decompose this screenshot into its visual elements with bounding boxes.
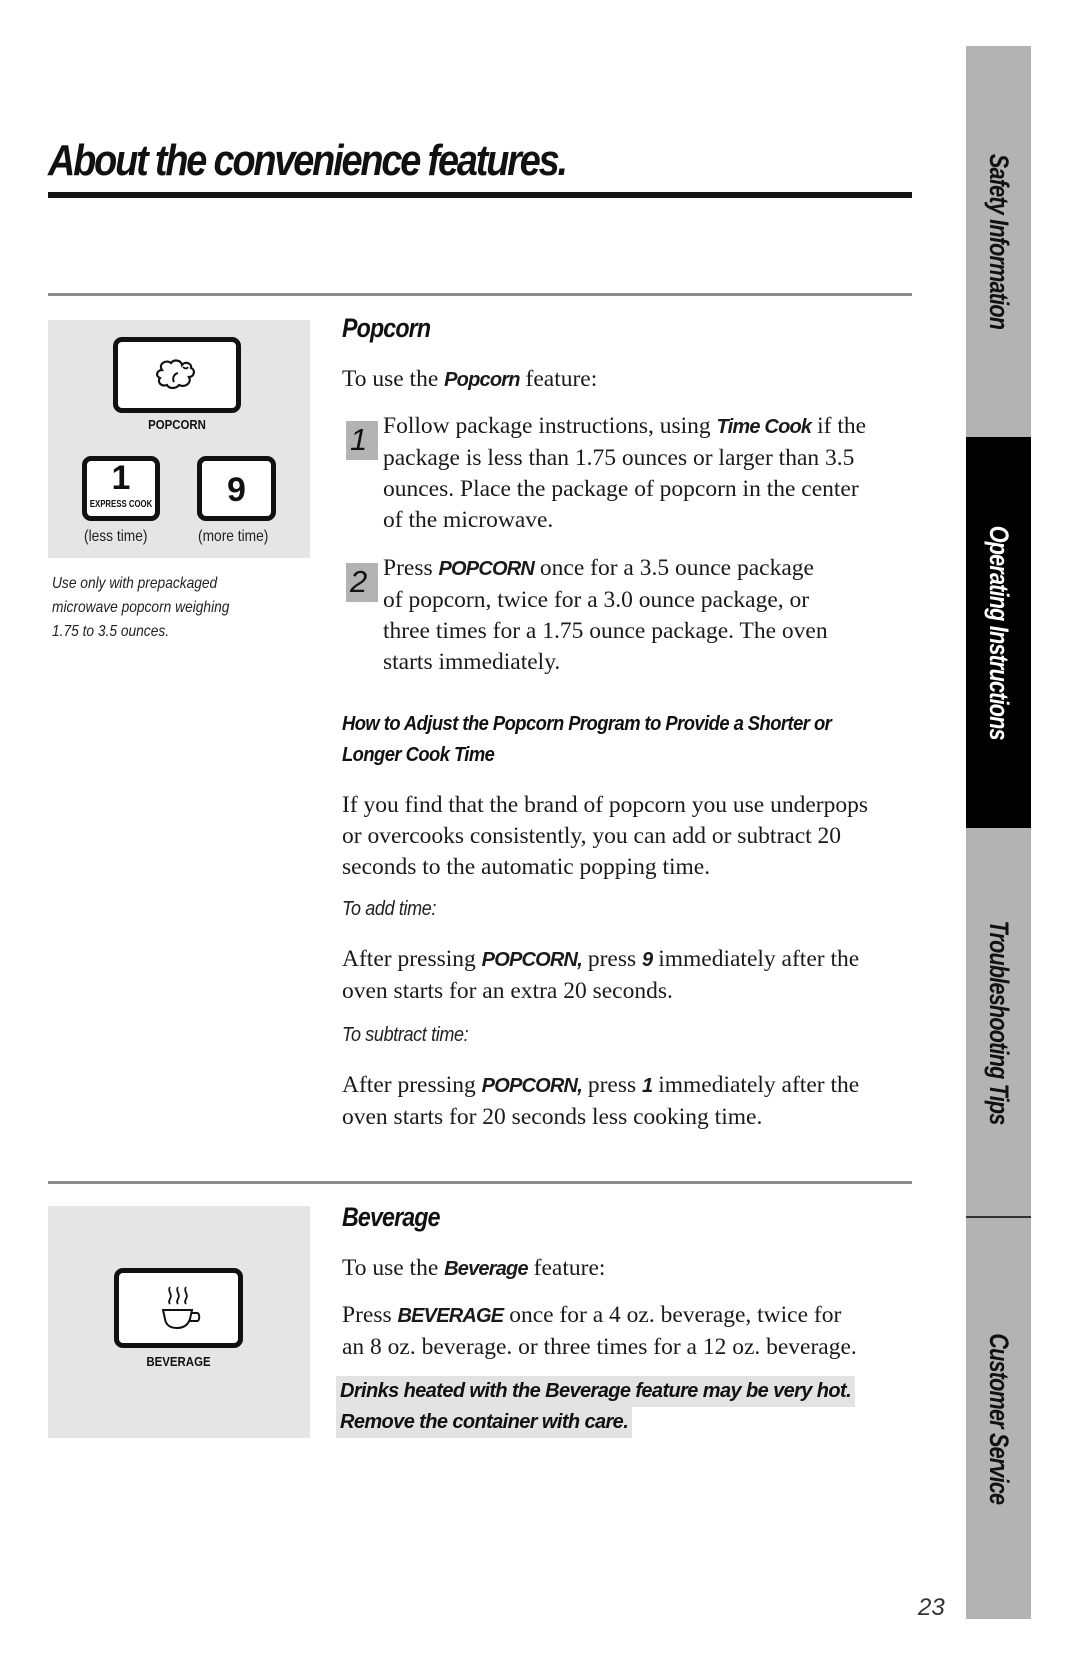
- section-divider-popcorn: [48, 293, 912, 296]
- text: To use the: [342, 1255, 445, 1281]
- text: Follow package instructions, using: [383, 413, 717, 439]
- text-line: or overcooks consistently, you can add o…: [342, 823, 842, 849]
- more-time-caption: (more time): [198, 528, 269, 545]
- heading-line: How to Adjust the Popcorn Program to Pro…: [342, 713, 832, 735]
- step-1-number: 1: [350, 422, 368, 457]
- tab-label: Customer Service: [984, 1333, 1014, 1504]
- keyword: Time Cook: [716, 416, 812, 438]
- page-number: 23: [918, 1594, 945, 1621]
- text: once for a 3.5 ounce package: [534, 555, 814, 581]
- text-line: three times for a 1.75 ounce package. Th…: [383, 618, 828, 644]
- text-line: starts immediately.: [383, 649, 561, 675]
- section-divider-beverage: [48, 1181, 912, 1184]
- text: feature:: [519, 366, 598, 392]
- text-line: an 8 oz. beverage. or three times for a …: [342, 1334, 857, 1360]
- text-line: If you find that the brand of popcorn yo…: [342, 792, 869, 818]
- tab-customer-service[interactable]: Customer Service: [966, 1218, 1031, 1619]
- step-1-text: Follow package instructions, using Time …: [383, 411, 866, 536]
- side-note-line: 1.75 to 3.5 ounces.: [52, 623, 170, 640]
- adjust-heading: How to Adjust the Popcorn Program to Pro…: [342, 709, 832, 771]
- adjust-body: If you find that the brand of popcorn yo…: [342, 790, 868, 883]
- beverage-warning-line-2: Remove the container with care.: [336, 1407, 633, 1438]
- keyword: 1: [642, 1075, 653, 1097]
- popcorn-heading: Popcorn: [342, 313, 431, 343]
- tab-troubleshooting-tips[interactable]: Troubleshooting Tips: [966, 828, 1031, 1218]
- beverage-intro: To use the Beverage feature:: [342, 1253, 605, 1285]
- keyword: Beverage: [444, 1258, 528, 1280]
- text-line: of the microwave.: [383, 507, 554, 533]
- text: After pressing: [342, 1072, 482, 1098]
- title-rule: [48, 192, 912, 198]
- keyword: 9: [642, 949, 653, 971]
- text-line: of popcorn, twice for a 3.0 ounce packag…: [383, 587, 810, 613]
- beverage-instructions: Press BEVERAGE once for a 4 oz. beverage…: [342, 1300, 857, 1363]
- popcorn-key-label: POPCORN: [148, 417, 206, 432]
- popcorn-side-note: Use only with prepackaged microwave popc…: [52, 572, 229, 644]
- step-2-marker: 2: [346, 563, 378, 602]
- beverage-control-panel: BEVERAGE: [48, 1206, 310, 1438]
- text: Press: [383, 555, 439, 581]
- side-note-line: Use only with prepackaged: [52, 575, 218, 592]
- beverage-heading: Beverage: [342, 1202, 441, 1232]
- tab-label: Operating Instructions: [984, 525, 1014, 740]
- section-tabs-sidebar: Safety Information Operating Instruction…: [966, 46, 1031, 1619]
- text: After pressing: [342, 946, 482, 972]
- text: press: [581, 946, 642, 972]
- text: immediately after the: [652, 1072, 860, 1098]
- add-time-text: After pressing POPCORN, press 9 immediat…: [342, 944, 859, 1007]
- text-line: seconds to the automatic popping time.: [342, 854, 711, 880]
- tab-label: Safety Information: [984, 153, 1014, 330]
- text-line: oven starts for 20 seconds less cooking …: [342, 1104, 763, 1130]
- text: immediately after the: [652, 946, 860, 972]
- side-note-line: microwave popcorn weighing: [52, 599, 230, 616]
- keyword: POPCORN,: [481, 949, 583, 971]
- key-9-number: 9: [227, 471, 246, 509]
- text: if the: [811, 413, 867, 439]
- popcorn-icon: [156, 359, 195, 390]
- keyword: POPCORN,: [481, 1075, 583, 1097]
- text: feature:: [527, 1255, 606, 1281]
- tab-operating-instructions[interactable]: Operating Instructions: [966, 437, 1031, 828]
- text: once for a 4 oz. beverage, twice for: [503, 1302, 842, 1328]
- keyword: BEVERAGE: [397, 1305, 505, 1327]
- popcorn-control-panel: POPCORN 1 EXPRESS COOK 9 (less time) (mo…: [48, 320, 310, 558]
- tab-safety-information[interactable]: Safety Information: [966, 46, 1031, 437]
- coffee-cup-icon: [161, 1286, 201, 1330]
- step-2-text: Press POPCORN once for a 3.5 ounce packa…: [383, 553, 828, 678]
- key-1-number: 1: [111, 459, 131, 497]
- beverage-key[interactable]: [114, 1268, 243, 1348]
- keyword: Popcorn: [444, 369, 520, 391]
- key-1-express-cook[interactable]: 1 EXPRESS COOK: [82, 456, 160, 521]
- keyword: POPCORN: [438, 558, 535, 580]
- beverage-key-label: BEVERAGE: [146, 1354, 211, 1369]
- add-time-label: To add time:: [342, 898, 437, 920]
- text: Press: [342, 1302, 398, 1328]
- page-title: About the convenience features.: [48, 136, 568, 185]
- popcorn-intro: To use the Popcorn feature:: [342, 364, 597, 396]
- text: To use the: [342, 366, 445, 392]
- text-line: ounces. Place the package of popcorn in …: [383, 476, 859, 502]
- step-2-number: 2: [350, 564, 368, 599]
- subtract-time-text: After pressing POPCORN, press 1 immediat…: [342, 1070, 859, 1133]
- less-time-caption: (less time): [84, 528, 148, 545]
- popcorn-key[interactable]: [113, 337, 241, 413]
- tab-label: Troubleshooting Tips: [984, 920, 1014, 1124]
- subtract-time-label: To subtract time:: [342, 1024, 469, 1046]
- key-1-sublabel: EXPRESS COOK: [89, 499, 153, 510]
- beverage-warning-line-1: Drinks heated with the Beverage feature …: [336, 1376, 856, 1407]
- step-1-marker: 1: [346, 421, 378, 460]
- text: press: [581, 1072, 642, 1098]
- text-line: package is less than 1.75 ounces or larg…: [383, 445, 855, 471]
- heading-line: Longer Cook Time: [342, 744, 495, 766]
- key-9[interactable]: 9: [197, 456, 276, 521]
- text-line: oven starts for an extra 20 seconds.: [342, 978, 673, 1004]
